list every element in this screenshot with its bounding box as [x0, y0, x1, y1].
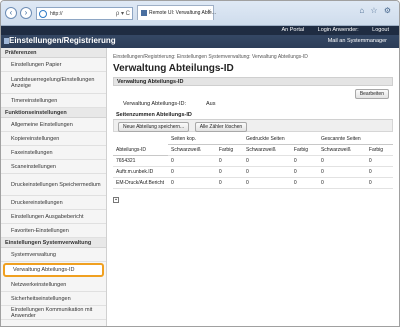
table-row: 7654321 0 0 0 0 0 0: [113, 155, 393, 167]
mgmt-value: Aus: [206, 101, 216, 107]
col-group-scanned: Gescannte Seiten: [317, 134, 393, 145]
action-bar: Neue Abteilung speichern... Alle Zähler …: [113, 120, 393, 132]
table-cell: 0: [317, 177, 366, 189]
sidebar-item-favoriten[interactable]: Favoriten-Einstellungen: [1, 224, 106, 238]
logout-link[interactable]: Logout: [372, 27, 389, 33]
sidebar-item-fax[interactable]: Faxeinstellungen: [1, 146, 106, 160]
sidebar-item-allgemein[interactable]: Allgemeine Einstellungen: [1, 118, 106, 132]
col-header-color: Farbig: [290, 144, 318, 156]
table-cell: 0: [290, 177, 318, 189]
col-group-copied: Seiten kop.: [168, 134, 243, 145]
table-cell: 0: [215, 155, 243, 167]
sidebar-item-sicherheit[interactable]: Sicherheitseinstellungen: [1, 292, 106, 306]
table-cell: 0: [365, 155, 393, 167]
edit-row: Bearbeiten: [113, 86, 393, 99]
table-cell: 0: [290, 155, 318, 167]
clear-all-counters-button[interactable]: Alle Zähler löschen: [194, 122, 248, 132]
table-cell: 0: [242, 155, 291, 167]
row-id-link[interactable]: 7654321: [113, 155, 168, 167]
section-header: Verwaltung Abteilungs-ID: [113, 77, 393, 86]
portal-link[interactable]: An Portal: [282, 27, 305, 33]
table-cell: 0: [317, 155, 366, 167]
tab-title: Remote UI: Verwaltung Abte...: [149, 10, 216, 16]
col-header-color: Farbig: [365, 144, 393, 156]
mgmt-label: Verwaltung Abteilungs-ID:: [123, 101, 186, 107]
browser-tab[interactable]: Remote UI: Verwaltung Abte... ×: [137, 5, 216, 20]
sidebar-item-abteilungs-id[interactable]: Verwaltung Abteilungs-ID: [3, 263, 104, 277]
table-cell: 0: [317, 166, 366, 178]
tab-close-icon[interactable]: ×: [207, 9, 211, 15]
table-cell: 0: [215, 166, 243, 178]
new-department-button[interactable]: Neue Abteilung speichern...: [118, 122, 190, 132]
subsection-header: Seitenzummen Abteilungs-ID: [113, 111, 393, 120]
col-group-printed: Gedruckte Seiten: [242, 134, 318, 145]
mgmt-status-row: Verwaltung Abteilungs-ID: Aus: [113, 98, 393, 108]
address-controls[interactable]: ρ ▾ C: [116, 10, 130, 17]
table-cell: 0: [242, 177, 291, 189]
breadcrumb: Einstellungen/Registrierung: Einstellung…: [113, 54, 308, 60]
back-button[interactable]: ‹: [5, 7, 17, 19]
sidebar-section-systemverwaltung: Einstellungen Systemverwaltung: [1, 238, 106, 248]
sidebar-item-ausgabebericht[interactable]: Einstellungen Ausgabebericht: [1, 210, 106, 224]
col-header-id: Abteilungs-ID: [113, 134, 168, 156]
sidebar-item-timer[interactable]: Timereinstellungen: [1, 94, 106, 108]
sidebar-item-landsteuer[interactable]: Landsteuerregelung/Einstellungen Anzeige: [1, 72, 106, 94]
sidebar-item-druck-speicher[interactable]: Druckeinstellungen Speichermedium: [1, 174, 106, 196]
sidebar-item-systemverwaltung[interactable]: Systemverwaltung: [1, 248, 106, 262]
sidebar: Präferenzen Einstellungen Papier Landste…: [1, 48, 107, 326]
sidebar-item-kopie[interactable]: Kopiereinstellungen: [1, 132, 106, 146]
table-cell: 0: [168, 177, 216, 189]
sidebar-item-scan[interactable]: Scaneinstellungen: [1, 160, 106, 174]
browser-window: ‹ › http:// ρ ▾ C Remote UI: Verwaltung …: [0, 0, 400, 327]
col-header-bw: Schwarzweiß: [242, 144, 291, 156]
sidebar-item-netzwerk[interactable]: Netzwerkeinstellungen: [1, 278, 106, 292]
table-row: Auftr.m.unbek.ID 0 0 0 0 0 0: [113, 166, 393, 178]
sidebar-section-funktion: Funktionseinstellungen: [1, 108, 106, 118]
row-id-label: EM-Druck/Auf.Bericht: [113, 177, 168, 189]
sidebar-section-praeferenzen: Präferenzen: [1, 48, 106, 58]
table-cell: 0: [168, 166, 216, 178]
sidebar-item-kommunikation[interactable]: Einstellungen Kommunikation mit Anwender: [1, 306, 106, 320]
table-cell: 0: [365, 177, 393, 189]
header-top-strip: An Portal Login Anwender: Logout: [1, 26, 399, 35]
app-title: Einstellungen/Registrierung: [9, 36, 116, 45]
browser-icons[interactable]: ⌂ ☆ ⚙: [359, 6, 393, 15]
table-cell: 0: [365, 166, 393, 178]
address-url: http://: [50, 11, 63, 17]
sidebar-item-papier[interactable]: Einstellungen Papier: [1, 58, 106, 72]
row-id-label: Auftr.m.unbek.ID: [113, 166, 168, 178]
browser-toolbar: ‹ › http:// ρ ▾ C Remote UI: Verwaltung …: [1, 1, 399, 26]
counter-table: Abteilungs-ID Seiten kop. Gedruckte Seit…: [113, 134, 393, 189]
page-title: Verwaltung Abteilungs-ID: [113, 63, 234, 74]
table-row: EM-Druck/Auf.Bericht 0 0 0 0 0 0: [113, 177, 393, 189]
table-cell: 0: [242, 166, 291, 178]
tab-favicon-icon: [141, 10, 147, 16]
ie-logo-icon: [39, 10, 47, 18]
forward-button[interactable]: ›: [20, 7, 32, 19]
table-cell: 0: [215, 177, 243, 189]
mail-admin-link[interactable]: Mail an Systemmanager: [328, 38, 387, 44]
login-user-label: Login Anwender:: [317, 27, 359, 33]
col-header-bw: Schwarzweiß: [168, 144, 216, 156]
page-top-icon[interactable]: ▪: [113, 197, 119, 203]
col-header-bw: Schwarzweiß: [317, 144, 366, 156]
main-content: Einstellungen/Registrierung: Einstellung…: [113, 51, 393, 203]
address-bar[interactable]: http:// ρ ▾ C: [36, 7, 133, 20]
sidebar-item-drucker[interactable]: Druckereinstellungen: [1, 196, 106, 210]
app-header: An Portal Login Anwender: Logout Einstel…: [1, 26, 399, 48]
table-cell: 0: [290, 166, 318, 178]
table-cell: 0: [168, 155, 216, 167]
col-header-color: Farbig: [215, 144, 243, 156]
